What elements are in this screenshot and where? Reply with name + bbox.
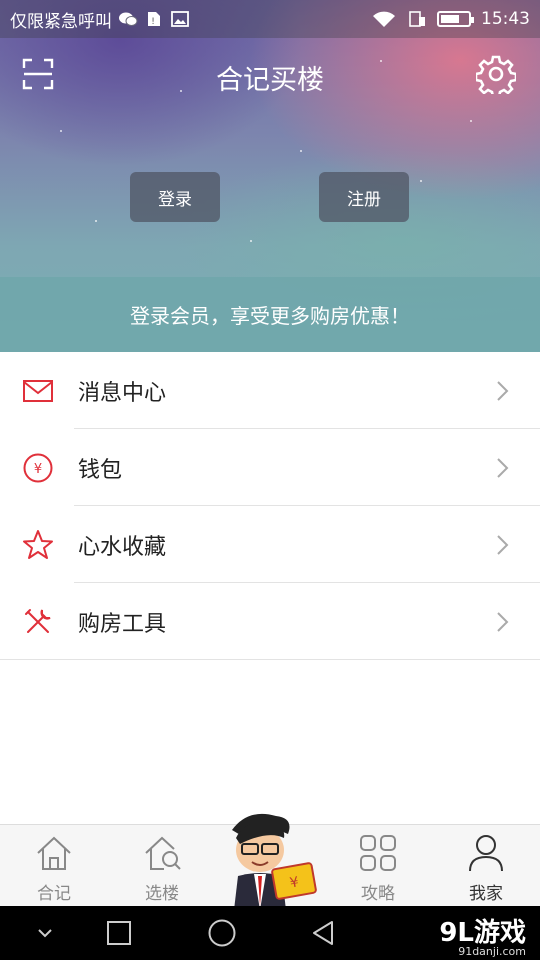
watermark-text: 9L游戏 bbox=[439, 918, 526, 948]
image-icon bbox=[171, 11, 189, 27]
menu-list: 消息中心 ¥ 钱包 心水收藏 购房工具 bbox=[0, 352, 540, 660]
tab-label: 我家 bbox=[469, 884, 503, 904]
sim-alert-icon: ! bbox=[148, 12, 160, 27]
menu-item-tools[interactable]: 购房工具 bbox=[0, 583, 540, 660]
carrier-text: 仅限紧急呼叫 bbox=[10, 11, 112, 32]
promo-banner: 登录会员，享受更多购房优惠！ bbox=[0, 277, 540, 352]
divider bbox=[0, 659, 540, 660]
watermark: 9L游戏 91danji.com bbox=[439, 912, 526, 958]
back-button[interactable] bbox=[310, 920, 336, 946]
login-button[interactable]: 登录 bbox=[130, 172, 220, 222]
menu-item-label: 钱包 bbox=[78, 457, 123, 483]
menu-item-messages[interactable]: 消息中心 bbox=[0, 352, 540, 429]
svg-text:!: ! bbox=[151, 17, 155, 27]
gear-icon[interactable] bbox=[476, 54, 516, 94]
grid-icon bbox=[360, 835, 396, 871]
page-title: 合记买楼 bbox=[216, 65, 324, 96]
recents-button[interactable] bbox=[106, 920, 132, 946]
envelope-icon bbox=[23, 379, 53, 402]
mascot-icon[interactable]: ¥ bbox=[218, 810, 322, 910]
person-icon bbox=[469, 835, 503, 872]
chevron-right-icon bbox=[497, 457, 509, 478]
register-button[interactable]: 注册 bbox=[319, 172, 409, 222]
chevron-right-icon bbox=[497, 380, 509, 401]
star-icon bbox=[23, 529, 53, 559]
menu-item-favorites[interactable]: 心水收藏 bbox=[0, 506, 540, 583]
home-icon bbox=[37, 836, 71, 870]
house-search-icon bbox=[145, 836, 181, 870]
chevron-right-icon bbox=[497, 534, 509, 555]
yen-coin-icon: ¥ bbox=[23, 453, 53, 482]
menu-item-label: 消息中心 bbox=[78, 380, 167, 406]
clock: 15:43 bbox=[481, 9, 530, 29]
wifi-icon bbox=[373, 11, 395, 27]
sim-icon bbox=[409, 11, 425, 27]
menu-item-wallet[interactable]: ¥ 钱包 bbox=[0, 429, 540, 506]
chevron-right-icon bbox=[497, 611, 509, 632]
tab-wojia[interactable]: 我家 bbox=[432, 825, 540, 907]
tab-gonglue[interactable]: 攻略 bbox=[324, 825, 432, 907]
menu-item-label: 购房工具 bbox=[78, 611, 167, 637]
tab-label: 攻略 bbox=[361, 884, 395, 904]
tab-label: 合记 bbox=[37, 884, 71, 904]
svg-text:¥: ¥ bbox=[34, 462, 42, 477]
profile-header: 仅限紧急呼叫 ! 15:43 合记买楼 登录 注册 登录会员，享受更多购房优惠！ bbox=[0, 0, 540, 352]
status-bar: 仅限紧急呼叫 ! 15:43 bbox=[0, 0, 540, 38]
top-bar: 合记买楼 bbox=[0, 38, 540, 112]
tab-xuanlou[interactable]: 选楼 bbox=[108, 825, 216, 907]
tab-hoji[interactable]: 合记 bbox=[0, 825, 108, 907]
battery-icon bbox=[437, 11, 474, 27]
tools-icon bbox=[25, 608, 51, 633]
menu-item-label: 心水收藏 bbox=[78, 534, 167, 560]
system-nav-bar: 9L游戏 91danji.com bbox=[0, 906, 540, 960]
chevron-down-icon[interactable] bbox=[36, 926, 54, 940]
tab-label: 选楼 bbox=[145, 884, 179, 904]
home-button[interactable] bbox=[207, 918, 237, 948]
wechat-icon bbox=[119, 12, 138, 26]
